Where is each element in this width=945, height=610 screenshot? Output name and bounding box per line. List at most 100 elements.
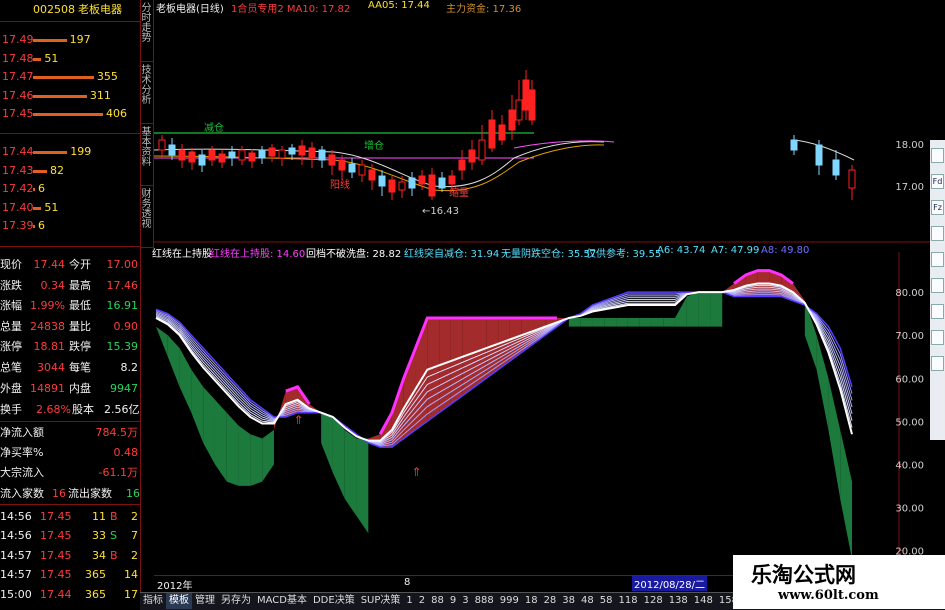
- oscillator-indicator-label: A7: 47.99: [711, 245, 760, 256]
- ask-row: 17.47 355: [0, 68, 140, 86]
- toolbar-button[interactable]: Fz: [931, 200, 944, 215]
- bid-row: 17.43 82: [0, 162, 140, 180]
- bottom-tab[interactable]: 18: [522, 593, 541, 609]
- tick-row[interactable]: 14:56 17.45 11 B 2: [0, 508, 140, 526]
- quote-row: 涨幅 1.99% 最低 16.91: [0, 297, 140, 315]
- tick-side: S: [110, 529, 117, 543]
- candle-body: [522, 79, 530, 111]
- bear-fill: [710, 292, 723, 327]
- candle-body: [508, 109, 516, 131]
- candle-body: [348, 163, 356, 173]
- bear-fill: [262, 429, 274, 482]
- bottom-tab[interactable]: 38: [559, 593, 578, 609]
- bear-fill: [616, 317, 628, 327]
- candle-body: [515, 99, 523, 121]
- candle-body: [378, 175, 386, 187]
- watermark-url: www.60lt.com: [778, 588, 879, 603]
- candle-body: [228, 151, 236, 159]
- toolbar-button[interactable]: [931, 148, 944, 163]
- vertical-tab[interactable]: 基本资料: [140, 126, 153, 186]
- toolbar-button[interactable]: [931, 278, 944, 293]
- tick-volume: 365: [85, 568, 106, 582]
- bottom-tab[interactable]: 88: [428, 593, 447, 609]
- bottom-tab[interactable]: 1: [403, 593, 415, 609]
- outflow-count-label: 流出家数: [68, 487, 112, 500]
- bear-fill: [663, 317, 676, 327]
- candle-body: [832, 159, 840, 176]
- inflow-count-label: 流入家数: [0, 487, 44, 500]
- candle-body: [238, 149, 246, 161]
- quote-value: 14891: [30, 381, 65, 395]
- bottom-tab[interactable]: 48: [578, 593, 597, 609]
- bear-fill: [568, 317, 581, 327]
- tick-volume: 11: [92, 510, 106, 523]
- turnover-label: 换手: [0, 403, 22, 416]
- bear-fill: [156, 326, 168, 357]
- bottom-tab[interactable]: 2: [416, 593, 428, 609]
- tick-row[interactable]: 14:57 17.45 34 B 2: [0, 547, 140, 565]
- quote-value: 3044: [37, 361, 65, 374]
- quote-label: 量比: [69, 319, 91, 333]
- flow-row: 净流入额 784.5万: [0, 424, 140, 442]
- toolbar-button[interactable]: [931, 330, 944, 345]
- toolbar-button[interactable]: [931, 356, 944, 371]
- tick-time: 14:56: [0, 529, 32, 543]
- bottom-tab[interactable]: SUP决策: [358, 593, 404, 609]
- bottom-tab[interactable]: 999: [497, 593, 522, 609]
- bear-fill: [238, 425, 251, 486]
- bottom-tab[interactable]: MACD基本: [254, 593, 310, 609]
- chart-area[interactable]: 减仓增仓阳线 ←16.43 缩量 18.00 17.00 ⇑ ⇑ 80.00 70.00 60.…: [154, 0, 930, 592]
- bottom-tab[interactable]: 28: [541, 593, 560, 609]
- vertical-tab[interactable]: 财务透视: [140, 188, 153, 248]
- date-cursor: 2012/08/28/二: [632, 576, 708, 591]
- bottom-tab[interactable]: DDE决策: [310, 593, 358, 609]
- bottom-tab[interactable]: 118: [616, 593, 641, 609]
- quote-label: 最高: [69, 278, 91, 292]
- ask-volume: 311: [89, 88, 111, 102]
- bottom-tab[interactable]: 128: [641, 593, 666, 609]
- toolbar-button[interactable]: [931, 226, 944, 241]
- vertical-tab[interactable]: 分时走势: [140, 2, 153, 62]
- candle-body: [308, 147, 316, 159]
- bottom-tab[interactable]: 管理: [192, 593, 218, 609]
- candlestick-chart: 减仓增仓阳线 ←16.43 缩量 18.00 17.00: [154, 70, 930, 243]
- bear-fill: [592, 317, 605, 327]
- bear-fill: [167, 335, 180, 387]
- main-fund-indicator: 主力资金: 17.36: [446, 4, 522, 15]
- quote-value: 17.46: [106, 278, 139, 292]
- bottom-tab[interactable]: 138: [666, 593, 691, 609]
- ask-volume: 51: [44, 51, 59, 65]
- bottom-tab[interactable]: 9: [447, 593, 459, 609]
- bottom-tab[interactable]: 58: [597, 593, 616, 609]
- toolbar-button[interactable]: [931, 252, 944, 267]
- bottom-tab[interactable]: 指标: [140, 593, 166, 609]
- candle-body: [188, 151, 196, 163]
- bid-row: 17.39 6: [0, 217, 140, 235]
- bottom-tab[interactable]: 888: [472, 593, 497, 609]
- tick-row[interactable]: 14:56 17.45 33 S 7: [0, 527, 140, 545]
- candle-body: [298, 145, 306, 156]
- right-toolbar: Fd Fz: [930, 140, 945, 440]
- count-row: 流入家数 16 流出家数 16: [0, 485, 140, 503]
- tick-volume: 33: [92, 529, 106, 543]
- toolbar-button[interactable]: [931, 304, 944, 319]
- candle-body: [248, 152, 256, 162]
- quote-row: 总量 24838 量比 0.90: [0, 318, 140, 336]
- quote-value: 24838: [30, 319, 65, 333]
- turnover-value: 2.68%: [36, 403, 71, 416]
- tick-row[interactable]: 15:00 17.44 365 17: [0, 586, 140, 604]
- candle-body: [218, 153, 226, 163]
- bottom-tab[interactable]: 另存为: [218, 593, 254, 609]
- ask-price: 17.45: [2, 107, 34, 121]
- flow-row: 大宗流入 -61.1万: [0, 464, 140, 482]
- tick-row[interactable]: 14:57 17.45 365 14: [0, 566, 140, 584]
- bottom-tab[interactable]: 148: [691, 593, 716, 609]
- tick-price: 17.44: [40, 587, 72, 601]
- toolbar-button[interactable]: Fd: [931, 174, 944, 189]
- bottom-tab[interactable]: 3: [459, 593, 471, 609]
- candle-body: [288, 147, 296, 155]
- turnover-row: 换手 2.68% 股本 2.56亿: [0, 401, 140, 419]
- quote-label: 现价: [0, 258, 22, 271]
- vertical-tab[interactable]: 技术分析: [140, 64, 153, 124]
- bottom-tab[interactable]: 模板: [166, 593, 192, 609]
